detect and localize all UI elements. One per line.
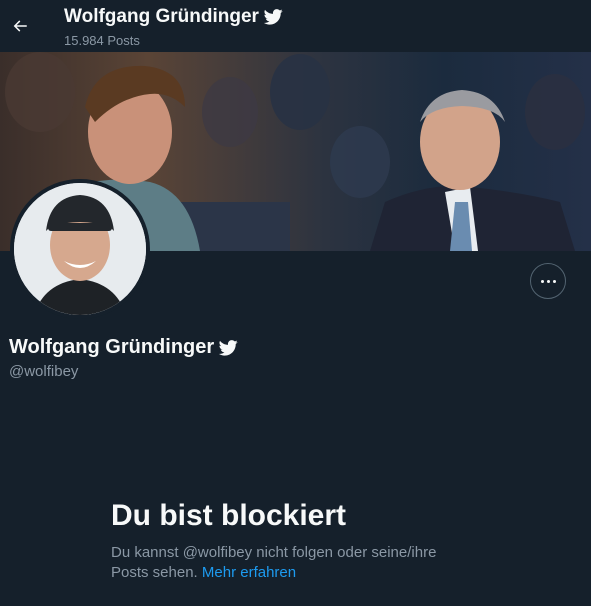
blocked-message: Du kannst @wolfibey nicht folgen oder se…: [111, 543, 471, 583]
profile-name: Wolfgang Gründinger: [9, 336, 238, 359]
learn-more-link[interactable]: Mehr erfahren: [202, 564, 296, 581]
twitter-bird-icon: [263, 9, 283, 25]
avatar[interactable]: [10, 179, 150, 319]
more-button[interactable]: [530, 263, 566, 299]
header-title: Wolfgang Gründinger: [64, 6, 283, 28]
twitter-bird-icon: [219, 339, 238, 356]
profile-display-name: Wolfgang Gründinger: [9, 336, 215, 358]
more-horizontal-icon: [540, 279, 544, 283]
header-name: Wolfgang Gründinger: [64, 6, 259, 27]
avatar-image: [14, 183, 146, 315]
posts-count: 15.984 Posts: [64, 33, 140, 48]
top-bar: Wolfgang Gründinger 15.984 Posts: [0, 0, 591, 53]
blocked-title: Du bist blockiert: [111, 499, 347, 532]
back-button[interactable]: [6, 12, 34, 40]
arrow-left-icon: [13, 20, 27, 32]
profile-handle: @wolfibey: [9, 363, 79, 380]
